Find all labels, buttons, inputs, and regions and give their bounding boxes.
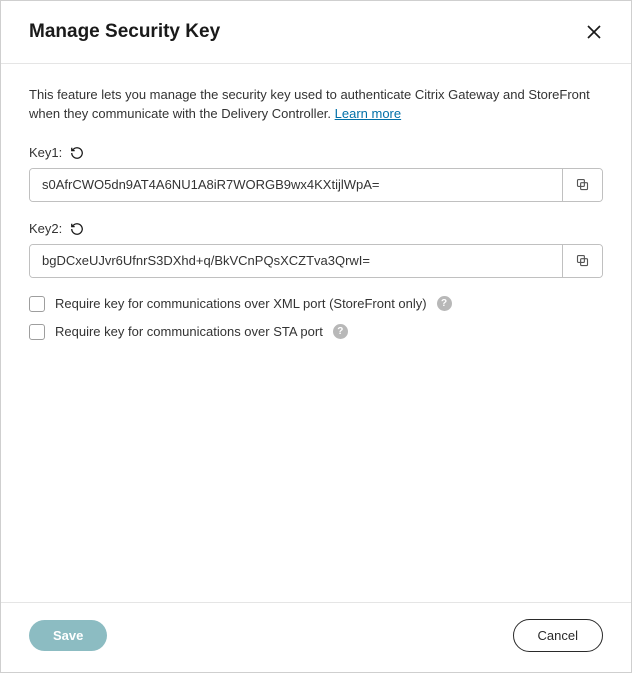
sta-checkbox-label: Require key for communications over STA … bbox=[55, 324, 323, 339]
key1-input-row bbox=[29, 168, 603, 202]
learn-more-link[interactable]: Learn more bbox=[335, 106, 401, 121]
key2-group: Key2: bbox=[29, 220, 603, 278]
dialog-title: Manage Security Key bbox=[29, 21, 220, 43]
xml-checkbox-row: Require key for communications over XML … bbox=[29, 296, 603, 312]
xml-checkbox[interactable] bbox=[29, 296, 45, 312]
key1-label: Key1: bbox=[29, 145, 62, 160]
sta-checkbox[interactable] bbox=[29, 324, 45, 340]
key2-label: Key2: bbox=[29, 221, 62, 236]
copy-icon bbox=[575, 253, 590, 268]
description-body: This feature lets you manage the securit… bbox=[29, 87, 590, 121]
key2-refresh-button[interactable] bbox=[68, 220, 86, 238]
cancel-button[interactable]: Cancel bbox=[513, 619, 603, 652]
key2-input[interactable] bbox=[30, 245, 562, 277]
dialog-content: This feature lets you manage the securit… bbox=[1, 64, 631, 602]
refresh-icon bbox=[70, 146, 84, 160]
close-icon bbox=[585, 23, 603, 41]
xml-checkbox-label: Require key for communications over XML … bbox=[55, 296, 427, 311]
key1-copy-button[interactable] bbox=[562, 169, 602, 201]
dialog-header: Manage Security Key bbox=[1, 1, 631, 64]
save-button[interactable]: Save bbox=[29, 620, 107, 651]
help-icon[interactable]: ? bbox=[437, 296, 452, 311]
key1-refresh-button[interactable] bbox=[68, 144, 86, 162]
close-button[interactable] bbox=[581, 19, 607, 45]
sta-checkbox-row: Require key for communications over STA … bbox=[29, 324, 603, 340]
key1-group: Key1: bbox=[29, 144, 603, 202]
key2-copy-button[interactable] bbox=[562, 245, 602, 277]
manage-security-key-dialog: Manage Security Key This feature lets yo… bbox=[0, 0, 632, 673]
description-text: This feature lets you manage the securit… bbox=[29, 86, 603, 124]
key2-label-row: Key2: bbox=[29, 220, 603, 238]
copy-icon bbox=[575, 177, 590, 192]
key1-input[interactable] bbox=[30, 169, 562, 201]
key1-label-row: Key1: bbox=[29, 144, 603, 162]
help-icon[interactable]: ? bbox=[333, 324, 348, 339]
dialog-footer: Save Cancel bbox=[1, 602, 631, 672]
refresh-icon bbox=[70, 222, 84, 236]
key2-input-row bbox=[29, 244, 603, 278]
